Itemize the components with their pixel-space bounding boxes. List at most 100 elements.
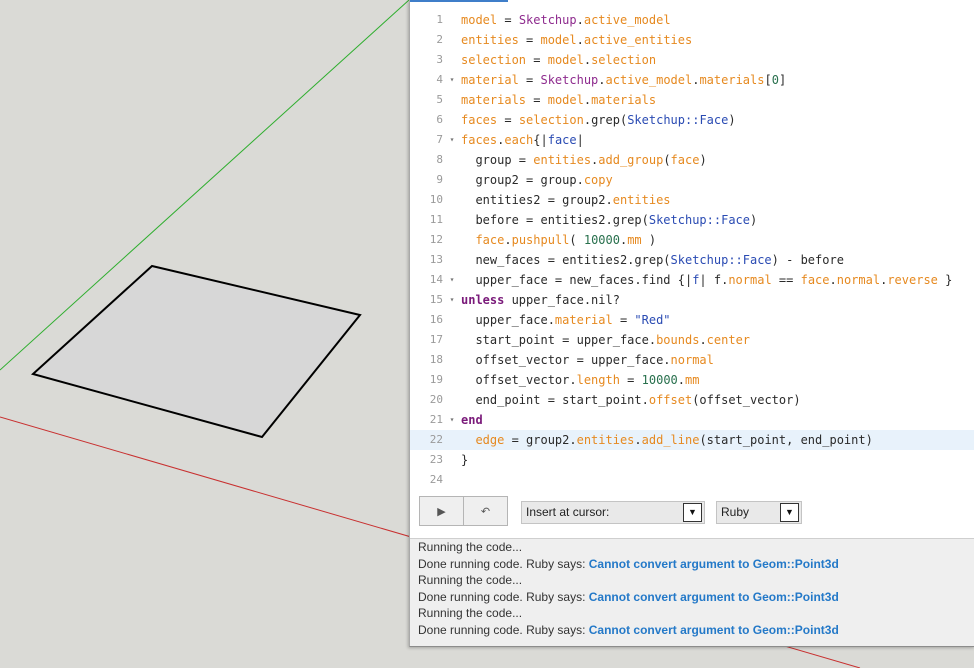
console-line: Running the code... — [418, 572, 522, 588]
console-scrolled-line — [418, 532, 838, 538]
fold-arrow-icon[interactable]: ▾ — [447, 70, 457, 90]
code-token: (offset_vector) — [692, 393, 801, 407]
code-token: entities — [612, 193, 671, 207]
fold-arrow-icon[interactable]: ▾ — [447, 270, 457, 290]
code-token: face — [475, 233, 505, 247]
code-line[interactable]: 1 model = Sketchup.active_model — [410, 10, 974, 30]
console-line-text: Running the code... — [418, 573, 523, 587]
code-line[interactable]: 2 entities = model.active_entities — [410, 30, 974, 50]
code-line[interactable]: 14 ▾ upper_face = new_faces.find {|f| f.n… — [410, 270, 974, 290]
code-line[interactable]: 19 offset_vector.length = 10000.mm — [410, 370, 974, 390]
code-token: 0 — [771, 73, 779, 87]
console-line: Done running code. Ruby says: Cannot con… — [418, 622, 839, 638]
line-number: 12 — [429, 233, 443, 246]
code-token: ) - before — [771, 253, 844, 267]
code-line[interactable]: 6 faces = selection.grep(Sketchup::Face) — [410, 110, 974, 130]
code-token: selection — [591, 53, 657, 67]
code-token: center — [706, 333, 751, 347]
code-line[interactable]: 11 before = entities2.grep(Sketchup::Fac… — [410, 210, 974, 230]
code-line[interactable]: 18 offset_vector = upper_face.normal — [410, 350, 974, 370]
code-token: . — [829, 273, 837, 287]
code-token: materials — [591, 93, 657, 107]
code-token: offset_vector. — [461, 373, 577, 387]
code-token: pushpull — [511, 233, 570, 247]
code-line[interactable]: 5 materials = model.materials — [410, 90, 974, 110]
chevron-down-icon[interactable]: ▼ — [683, 503, 702, 522]
code-line[interactable]: 13 new_faces = entities2.grep(Sketchup::… — [410, 250, 974, 270]
line-number: 6 — [436, 113, 443, 126]
code-line[interactable]: 8 group = entities.add_group(face) — [410, 150, 974, 170]
code-token: . — [583, 93, 592, 107]
fold-arrow-icon[interactable]: ▾ — [447, 130, 457, 150]
code-token: Sketchup::Face — [670, 253, 772, 267]
code-line[interactable]: 24 — [410, 470, 974, 490]
active-tab-indicator — [410, 0, 508, 2]
code-token: upper_face = new_faces.find {| — [461, 273, 693, 287]
code-token: reverse — [887, 273, 938, 287]
code-token: {| — [533, 133, 548, 147]
code-token: end_point = start_point. — [461, 393, 649, 407]
code-line[interactable]: 17 start_point = upper_face.bounds.cente… — [410, 330, 974, 350]
line-number: 24 — [429, 473, 443, 486]
code-token: model — [461, 13, 498, 27]
code-line[interactable]: 21 ▾ end — [410, 410, 974, 430]
code-token: = — [526, 53, 548, 67]
rectangle-face[interactable] — [30, 264, 362, 439]
code-line[interactable]: 16 upper_face.material = "Red" — [410, 310, 974, 330]
code-token: model — [547, 93, 584, 107]
code-token: entities — [576, 433, 635, 447]
code-token: Sketchup — [518, 13, 577, 27]
code-token: ) — [641, 233, 657, 247]
code-line[interactable]: 9 group2 = group.copy — [410, 170, 974, 190]
code-token: = — [497, 113, 519, 127]
code-text: entities2 = group2.entities — [461, 190, 671, 210]
fold-arrow-icon[interactable]: ▾ — [447, 290, 457, 310]
undo-button[interactable]: ↶ — [463, 496, 508, 526]
code-token: ( — [663, 153, 671, 167]
fold-arrow-icon[interactable]: ▾ — [447, 410, 457, 430]
line-number: 20 — [429, 393, 443, 406]
code-text: before = entities2.grep(Sketchup::Face) — [461, 210, 757, 230]
console-line: Done running code. Ruby says: Cannot con… — [418, 556, 839, 572]
code-token: ] — [778, 73, 787, 87]
code-text: group2 = group.copy — [461, 170, 612, 190]
code-token: upper_face.nil? — [504, 293, 620, 307]
code-line[interactable]: 3 selection = model.selection — [410, 50, 974, 70]
code-token: faces — [461, 133, 498, 147]
code-token: 10000 — [583, 233, 620, 247]
language-select[interactable]: Ruby ▼ — [716, 501, 802, 524]
code-line[interactable]: 4 ▾ material = Sketchup.active_model.mater… — [410, 70, 974, 90]
code-line[interactable]: 22 edge = group2.entities.add_line(start… — [410, 430, 974, 450]
code-text: faces = selection.grep(Sketchup::Face) — [461, 110, 736, 130]
code-text: new_faces = entities2.grep(Sketchup::Fac… — [461, 250, 844, 270]
code-line[interactable]: 23} — [410, 450, 974, 470]
code-text: group = entities.add_group(face) — [461, 150, 706, 170]
insert-at-cursor-select[interactable]: Insert at cursor: ▼ — [521, 501, 705, 524]
code-token: start_point = upper_face. — [461, 333, 657, 347]
code-line[interactable]: 12 face.pushpull( 10000.mm ) — [410, 230, 974, 250]
code-token: = — [526, 93, 548, 107]
code-editor[interactable]: 1 model = Sketchup.active_model 2 entities … — [410, 10, 974, 490]
console-line: Running the code... — [418, 605, 522, 621]
code-text: entities = model.active_entities — [461, 30, 692, 50]
code-line[interactable]: 10 entities2 = group2.entities — [410, 190, 974, 210]
play-icon: ▶ — [437, 504, 446, 518]
code-token: each — [504, 133, 534, 147]
code-token: 10000 — [641, 373, 678, 387]
console-error-message: Cannot convert argument to Geom::Point3d — [588, 589, 839, 604]
console-output[interactable]: Running the code... Done running code. Ru… — [410, 538, 974, 646]
line-number: 15 — [429, 293, 443, 306]
code-line[interactable]: 20 end_point = start_point.offset(offset… — [410, 390, 974, 410]
code-text: start_point = upper_face.bounds.center — [461, 330, 750, 350]
code-line[interactable]: 7 ▾ faces.each{|face| — [410, 130, 974, 150]
code-text: selection = model.selection — [461, 50, 656, 70]
code-token: face — [670, 153, 700, 167]
line-number: 23 — [429, 453, 443, 466]
code-token: before = entities2.grep( — [461, 213, 649, 227]
code-text: } — [461, 450, 468, 470]
code-token: Sketchup::Face — [648, 213, 750, 227]
run-button[interactable]: ▶ — [419, 496, 464, 526]
code-line[interactable]: 15 ▾ unless upper_face.nil? — [410, 290, 974, 310]
chevron-down-icon[interactable]: ▼ — [780, 503, 799, 522]
